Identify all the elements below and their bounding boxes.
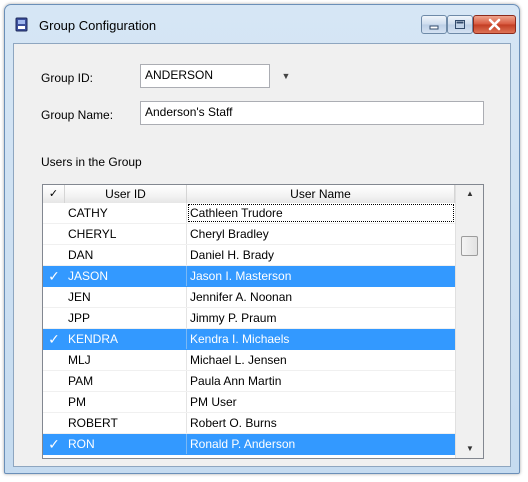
scroll-up-button[interactable]: ▲	[456, 185, 483, 203]
user-id-cell: JASON	[65, 266, 187, 286]
user-id-cell: JEN	[65, 287, 187, 307]
column-header-user-name[interactable]: User Name	[187, 185, 455, 203]
dialog-body: Group ID: ANDERSON ▼ Group Name: Anderso…	[13, 43, 511, 467]
chevron-up-icon: ▲	[466, 189, 474, 198]
minimize-icon	[429, 25, 439, 30]
vertical-scrollbar[interactable]: ▲ ▼	[455, 185, 483, 458]
user-id-cell: CATHY	[65, 203, 187, 223]
user-name-cell: Kendra I. Michaels	[190, 332, 290, 346]
user-id-cell: JPP	[65, 308, 187, 328]
close-icon	[488, 18, 501, 31]
user-id-cell: ROBERT	[65, 413, 187, 433]
user-id-cell: RON	[65, 434, 187, 454]
column-header-user-id[interactable]: User ID	[65, 185, 187, 203]
user-id-cell: CHERYL	[65, 224, 187, 244]
user-name-cell: Cathleen Trudore	[187, 203, 455, 223]
maximize-button[interactable]	[447, 15, 473, 34]
group-id-dropdown-button[interactable]: ▼	[278, 68, 294, 84]
users-section-label: Users in the Group	[41, 155, 142, 169]
table-row[interactable]: JPP Jimmy P. Praum	[43, 308, 455, 329]
chevron-down-icon: ▼	[466, 444, 474, 453]
user-id-cell: DAN	[65, 245, 187, 265]
user-name-cell: Michael L. Jensen	[190, 353, 287, 367]
grid-header: ✓ User ID User Name	[43, 185, 455, 204]
checkmark-icon[interactable]: ✓	[43, 434, 65, 454]
users-grid[interactable]: ✓ User ID User Name CATHY Cathleen Trudor…	[42, 184, 484, 459]
user-id-cell: PM	[65, 392, 187, 412]
table-row[interactable]: ✓ RON Ronald P. Anderson	[43, 434, 455, 455]
table-row[interactable]: ✓ JASON Jason I. Masterson	[43, 266, 455, 287]
group-id-label: Group ID:	[41, 71, 94, 85]
window-title: Group Configuration	[39, 18, 157, 33]
checkmark-icon[interactable]: ✓	[43, 266, 65, 286]
user-name-cell: Paula Ann Martin	[190, 374, 282, 388]
scroll-down-button[interactable]: ▼	[456, 440, 483, 458]
user-name-cell: Daniel H. Brady	[190, 248, 275, 262]
row-check-cell[interactable]	[43, 350, 65, 370]
column-header-check[interactable]: ✓	[43, 185, 65, 203]
grid-rows: CATHY Cathleen Trudore CHERYL Cheryl Bradle…	[43, 203, 455, 455]
user-id-cell: PAM	[65, 371, 187, 391]
row-check-cell[interactable]	[43, 413, 65, 433]
table-row[interactable]: CATHY Cathleen Trudore	[43, 203, 455, 224]
row-check-cell[interactable]	[43, 203, 65, 223]
row-check-cell[interactable]	[43, 392, 65, 412]
user-name-cell: Jason I. Masterson	[190, 269, 292, 283]
row-check-cell[interactable]	[43, 224, 65, 244]
table-row[interactable]: DAN Daniel H. Brady	[43, 245, 455, 266]
maximize-icon	[455, 20, 465, 29]
user-id-cell: MLJ	[65, 350, 187, 370]
close-button[interactable]	[473, 15, 516, 34]
minimize-button[interactable]	[421, 15, 447, 34]
row-check-cell[interactable]	[43, 245, 65, 265]
table-row[interactable]: ROBERT Robert O. Burns	[43, 413, 455, 434]
group-name-input[interactable]: Anderson's Staff	[140, 101, 484, 125]
user-name-cell: Robert O. Burns	[190, 416, 277, 430]
app-icon	[15, 17, 28, 32]
table-row[interactable]: ✓ KENDRA Kendra I. Michaels	[43, 329, 455, 350]
row-check-cell[interactable]	[43, 371, 65, 391]
chevron-down-icon: ▼	[281, 71, 291, 81]
checkmark-icon[interactable]: ✓	[43, 329, 65, 349]
scrollbar-thumb[interactable]	[461, 236, 478, 256]
title-bar[interactable]: Group Configuration	[5, 5, 519, 43]
user-name-cell: Jennifer A. Noonan	[190, 290, 293, 304]
row-check-cell[interactable]	[43, 287, 65, 307]
table-row[interactable]: CHERYL Cheryl Bradley	[43, 224, 455, 245]
user-name-cell: Ronald P. Anderson	[190, 437, 296, 451]
user-id-cell: KENDRA	[65, 329, 187, 349]
group-configuration-window: Group Configuration Group ID: ANDERSON ▼…	[4, 4, 520, 474]
group-id-input[interactable]: ANDERSON	[140, 64, 270, 88]
group-name-label: Group Name:	[41, 108, 114, 122]
table-row[interactable]: JEN Jennifer A. Noonan	[43, 287, 455, 308]
table-row[interactable]: PM PM User	[43, 392, 455, 413]
table-row[interactable]: PAM Paula Ann Martin	[43, 371, 455, 392]
user-name-cell: Cheryl Bradley	[190, 227, 269, 241]
row-check-cell[interactable]	[43, 308, 65, 328]
user-name-cell: Jimmy P. Praum	[190, 311, 277, 325]
user-name-cell: PM User	[190, 395, 237, 409]
table-row[interactable]: MLJ Michael L. Jensen	[43, 350, 455, 371]
